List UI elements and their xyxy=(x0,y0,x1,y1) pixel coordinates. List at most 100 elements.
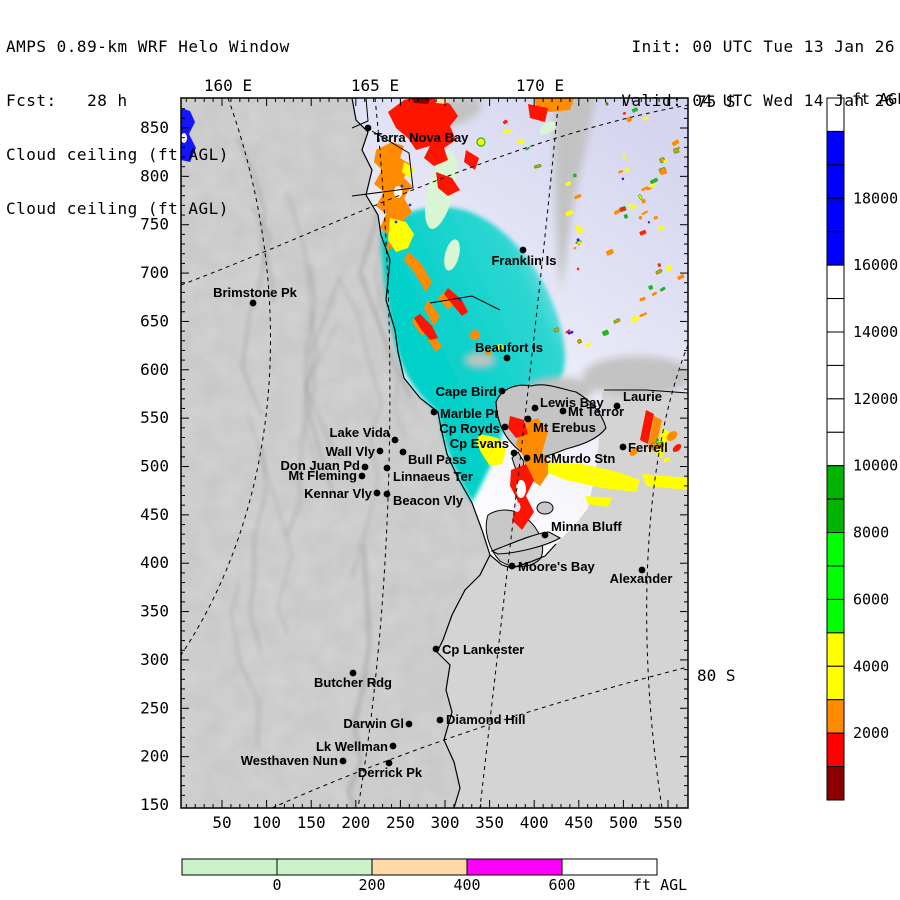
colorbar-bottom-label: 400 xyxy=(453,876,480,894)
station-label: Brimstone Pk xyxy=(213,285,298,300)
station-dot xyxy=(501,423,509,431)
colorbar-right-label: 12000 xyxy=(853,390,898,408)
colorbar-cell xyxy=(826,431,845,467)
field-label-2: Cloud ceiling (ft AGL) xyxy=(6,199,229,218)
colorbar-right-label: 6000 xyxy=(853,590,889,608)
colorbar-cell xyxy=(826,164,845,199)
station-dot xyxy=(559,407,567,415)
station-label: McMurdo Stn xyxy=(533,451,615,466)
x-axis-label: 150 xyxy=(297,813,326,832)
station-dot xyxy=(436,716,444,724)
y-axis-label: 650 xyxy=(140,311,169,330)
latitude-label: 80 S xyxy=(697,666,736,685)
station-label: Westhaven Nun xyxy=(241,753,338,768)
station-label: Moore's Bay xyxy=(518,559,596,574)
station-dot xyxy=(391,436,399,444)
station-dot xyxy=(541,531,549,539)
station-dot xyxy=(339,757,347,765)
field-label-1: Cloud ceiling (ft AGL) xyxy=(6,145,229,164)
colorbar-right-label: 4000 xyxy=(853,657,889,675)
colorbar-cell xyxy=(826,498,845,534)
y-axis-label: 450 xyxy=(140,505,169,524)
station-label: Cape Bird xyxy=(436,384,497,399)
colorbar-cell xyxy=(826,264,845,300)
station-dot xyxy=(383,464,391,472)
y-axis-label: 300 xyxy=(140,650,169,669)
station-label: Diamond Hill xyxy=(446,712,525,727)
x-axis-label: 300 xyxy=(431,813,460,832)
colorbar-bottom-label: 200 xyxy=(358,876,385,894)
y-axis-label: 200 xyxy=(140,747,169,766)
colorbar-right-label: 8000 xyxy=(853,524,889,542)
station-label: Wall Vly xyxy=(326,444,376,459)
colorbar-right-label: 14000 xyxy=(853,323,898,341)
station-label: Kennar Vly xyxy=(304,486,373,501)
colorbar-cell xyxy=(826,565,845,600)
colorbar-cell xyxy=(826,766,845,801)
y-axis-label: 600 xyxy=(140,360,169,379)
longitude-label: 165 E xyxy=(351,76,399,95)
station-dot xyxy=(508,562,516,570)
station-label: Butcher Rdg xyxy=(314,675,392,690)
colorbar-cell xyxy=(826,231,845,266)
station-label: Linnaeus Ter xyxy=(393,469,473,484)
y-axis-label: 400 xyxy=(140,553,169,572)
colorbar-cell xyxy=(826,732,845,768)
x-axis-label: 500 xyxy=(609,813,638,832)
station-label: Cp Lankester xyxy=(442,642,524,657)
colorbar-cell xyxy=(561,858,658,876)
colorbar-cell xyxy=(826,665,845,701)
header-left: AMPS 0.89-km WRF Helo Window Fcst: 28 h … xyxy=(6,2,290,254)
colorbar-cell xyxy=(826,465,845,500)
station-dot xyxy=(523,454,531,462)
y-axis-label: 500 xyxy=(140,457,169,476)
colorbar-bottom-label: 0 xyxy=(272,876,281,894)
colorbar-cell xyxy=(826,197,845,233)
x-axis-label: 50 xyxy=(212,813,231,832)
colorbar-right-label: 10000 xyxy=(853,457,898,475)
init-time: Init: 00 UTC Tue 13 Jan 26 xyxy=(631,37,895,56)
station-dot xyxy=(383,490,391,498)
model-title: AMPS 0.89-km WRF Helo Window xyxy=(6,37,290,56)
colorbar-cell xyxy=(826,598,845,634)
station-label: Cp Evans xyxy=(450,436,509,451)
colorbar-cell xyxy=(826,699,845,734)
longitude-label: 170 E xyxy=(516,76,564,95)
header-right: Init: 00 UTC Tue 13 Jan 26 Valid: 04 UTC… xyxy=(621,2,895,146)
station-label: Darwin Gl xyxy=(343,716,404,731)
y-axis-label: 150 xyxy=(140,795,169,814)
y-axis-label: 350 xyxy=(140,602,169,621)
station-label: Beacon Vly xyxy=(393,493,464,508)
station-dot xyxy=(432,645,440,653)
x-axis-label: 550 xyxy=(654,813,683,832)
colorbar-bottom: 0 200 400 600 xyxy=(181,858,658,894)
station-dot xyxy=(389,742,397,750)
station-dot xyxy=(364,124,372,132)
station-dot xyxy=(405,720,413,728)
station-dot xyxy=(361,463,369,471)
station-dot xyxy=(399,448,407,456)
colorbar-bottom-title: ft AGL xyxy=(633,876,687,894)
station-dot xyxy=(376,447,384,455)
x-axis-label: 250 xyxy=(386,813,415,832)
station-label: Lake Vida xyxy=(330,425,391,440)
station-label: Marble Pt xyxy=(440,406,499,421)
station-label: Lk Wellman xyxy=(316,739,388,754)
station-label: Terra Nova Bay xyxy=(374,130,469,145)
y-axis-label: 550 xyxy=(140,408,169,427)
station-label: Mt Erebus xyxy=(533,420,596,435)
x-axis-label: 200 xyxy=(341,813,370,832)
colorbar-cell xyxy=(371,858,468,876)
station-label: Bull Pass xyxy=(408,452,467,467)
colorbar-cell xyxy=(826,632,845,667)
station-dot xyxy=(498,387,506,395)
station-dot xyxy=(249,299,257,307)
x-axis-label: 350 xyxy=(475,813,504,832)
station-dot xyxy=(524,415,532,423)
station-label: Laurie xyxy=(623,389,662,404)
colorbar-bottom-label: 600 xyxy=(548,876,575,894)
cloud-speckle xyxy=(673,147,680,154)
colorbar-right: 18000 16000 14000 12000 10000 8000 6000 4000 200… xyxy=(826,97,898,801)
colorbar-cell xyxy=(826,298,845,333)
station-dot xyxy=(510,449,518,457)
